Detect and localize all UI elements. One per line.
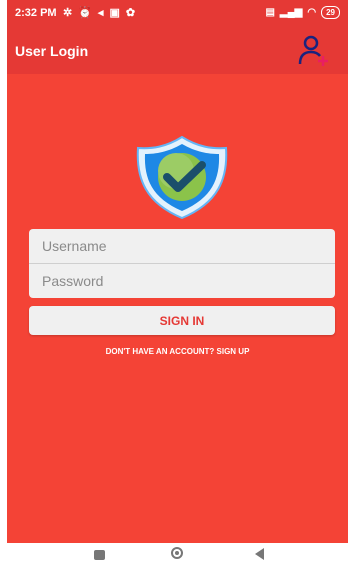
wifi-icon: ◠ [307, 7, 317, 18]
shield-check-icon [136, 135, 228, 219]
status-bar: 2:32 PM ✲ ⏰ ◂ ▣ ✿ ▤ ▂▄▆ ◠ 29 [7, 0, 348, 28]
username-field[interactable] [29, 229, 335, 263]
app-bar: User Login [7, 28, 348, 74]
signal-icon: ▂▄▆ [279, 7, 303, 18]
system-nav-bar [0, 543, 355, 567]
data-icon: ▤ [265, 7, 275, 18]
recents-button[interactable] [94, 550, 105, 560]
alarm-icon: ⏰ [78, 7, 92, 19]
add-user-button[interactable] [298, 34, 332, 68]
page-title: User Login [15, 43, 89, 59]
battery-icon: 29 [321, 6, 340, 19]
status-notification-icons: ✲ ⏰ ◂ ▣ ✿ [63, 6, 135, 19]
sync-icon: ✲ [63, 7, 73, 19]
sign-up-link[interactable]: DON'T HAVE AN ACCOUNT? SIGN UP [7, 347, 348, 356]
login-fields-card [29, 229, 335, 298]
navigation-icon: ◂ [97, 7, 104, 19]
sign-in-button[interactable]: SIGN IN [29, 306, 335, 335]
message-icon: ▣ [109, 7, 120, 19]
back-button[interactable] [255, 548, 264, 560]
home-button[interactable] [171, 547, 183, 559]
app-screen: 2:32 PM ✲ ⏰ ◂ ▣ ✿ ▤ ▂▄▆ ◠ 29 User Login [7, 0, 348, 543]
person-add-icon [298, 35, 328, 66]
status-time: 2:32 PM [15, 7, 57, 19]
status-system-icons: ▤ ▂▄▆ ◠ 29 [265, 6, 340, 19]
password-field[interactable] [29, 264, 335, 298]
settings-icon: ✿ [125, 7, 136, 19]
